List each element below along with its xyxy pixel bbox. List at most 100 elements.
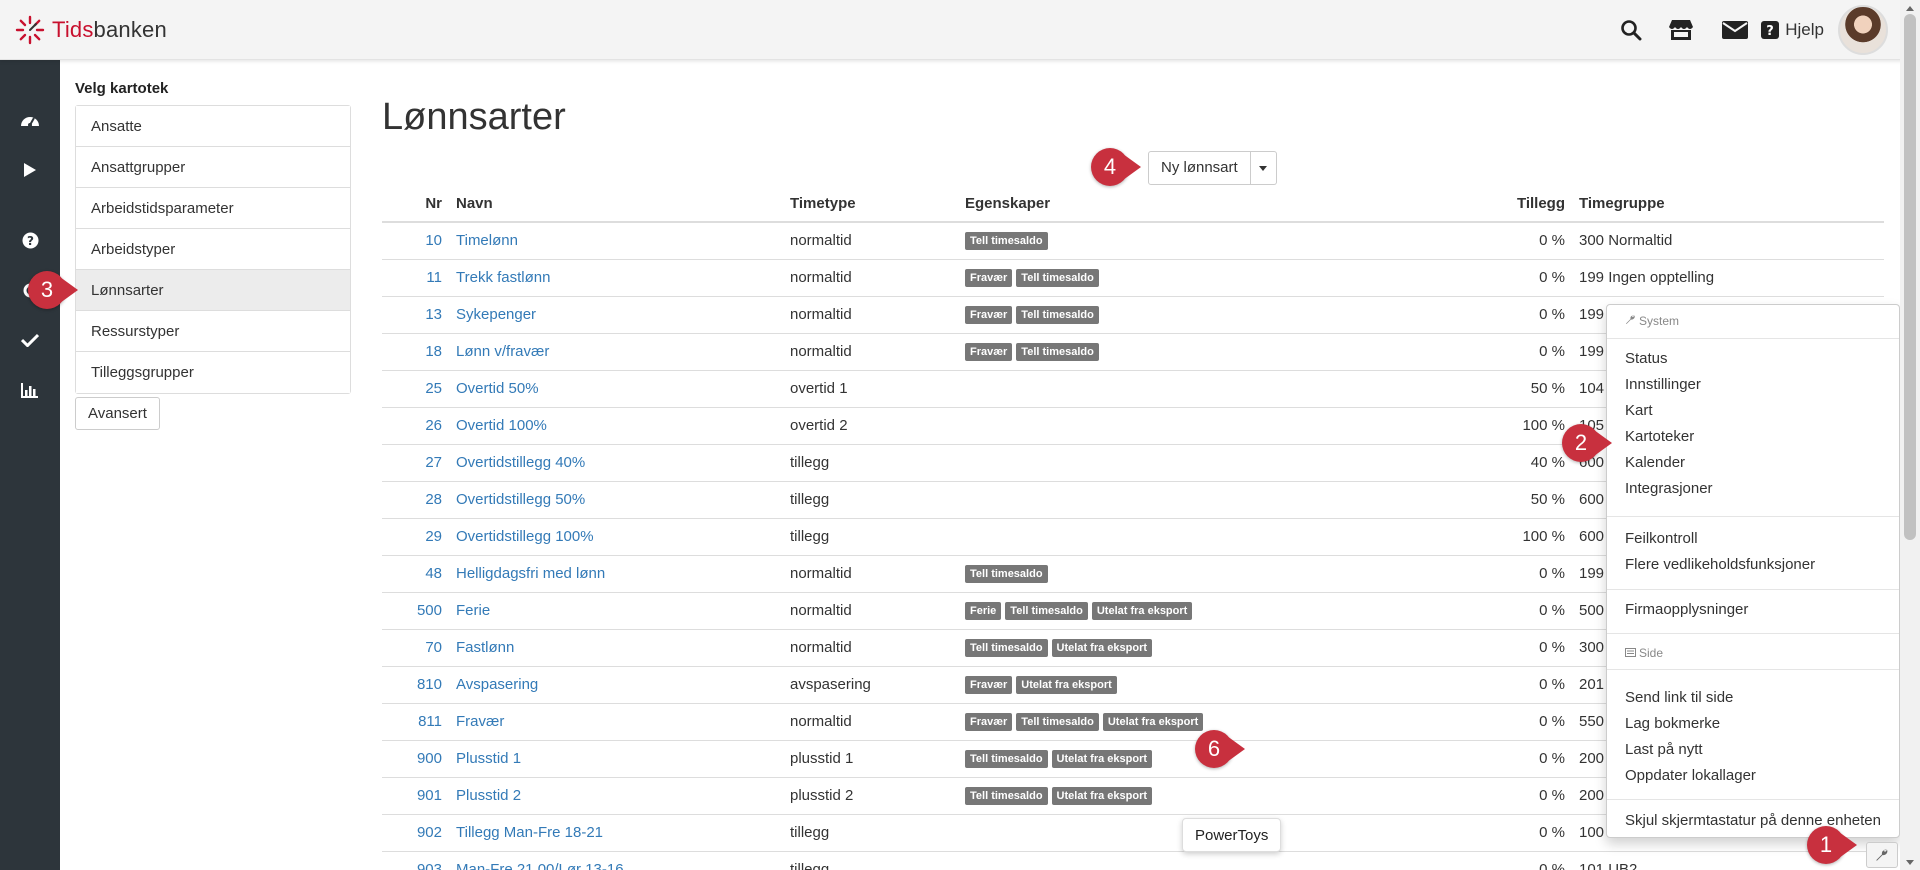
- cell-nr[interactable]: 27: [382, 443, 452, 481]
- rail-help[interactable]: ?: [0, 220, 60, 260]
- table-row[interactable]: 903 Man-Fre 21.00/Lør 13-16 tillegg 0 % 101 …: [382, 850, 1884, 870]
- cell-nr[interactable]: 29: [382, 517, 452, 555]
- column-header-timegruppe[interactable]: Timegruppe: [1575, 186, 1884, 223]
- cell-navn[interactable]: Lønn v/fravær: [452, 332, 786, 370]
- cell-nr[interactable]: 18: [382, 332, 452, 370]
- cell-navn[interactable]: Timelønn: [452, 221, 786, 259]
- cell-nr[interactable]: 900: [382, 739, 452, 777]
- cell-nr[interactable]: 903: [382, 850, 452, 870]
- cell-navn[interactable]: Overtidstillegg 100%: [452, 517, 786, 555]
- kartotek-item-lonnsarter[interactable]: Lønnsarter: [76, 270, 350, 311]
- menu-item-integrasjoner[interactable]: Integrasjoner: [1625, 480, 1713, 497]
- rail-approve[interactable]: [0, 320, 60, 360]
- cell-navn[interactable]: Ferie: [452, 591, 786, 629]
- cell-egenskaper: Tell timesaldo Utelat fra eksport: [961, 739, 1381, 777]
- cell-navn[interactable]: Trekk fastlønn: [452, 258, 786, 296]
- column-header-tillegg[interactable]: Tillegg: [1381, 186, 1575, 223]
- advanced-button[interactable]: Avansert: [75, 397, 160, 430]
- search-button[interactable]: [1609, 0, 1653, 60]
- cell-nr[interactable]: 902: [382, 813, 452, 851]
- cell-nr[interactable]: 48: [382, 554, 452, 592]
- cell-navn[interactable]: Plusstid 2: [452, 776, 786, 814]
- cell-navn[interactable]: Fastlønn: [452, 628, 786, 666]
- new-wage-type-button[interactable]: Ny lønnsart: [1148, 151, 1251, 185]
- cell-nr[interactable]: 901: [382, 776, 452, 814]
- menu-item-kartoteker[interactable]: Kartoteker: [1625, 428, 1694, 445]
- cell-nr[interactable]: 26: [382, 406, 452, 444]
- cell-navn[interactable]: Fravær: [452, 702, 786, 740]
- user-avatar[interactable]: [1838, 5, 1888, 55]
- cell-egenskaper: Fravær Tell timesaldo: [961, 332, 1381, 370]
- cell-egenskaper: Tell timesaldo Utelat fra eksport: [961, 628, 1381, 666]
- page-scrollbar[interactable]: [1900, 0, 1920, 870]
- rail-reports[interactable]: [0, 370, 60, 410]
- cell-navn[interactable]: Overtidstillegg 50%: [452, 480, 786, 518]
- menu-item-bokmerke[interactable]: Lag bokmerke: [1625, 715, 1720, 732]
- system-menu-toggle[interactable]: [1866, 842, 1898, 868]
- menu-item-status[interactable]: Status: [1625, 350, 1668, 367]
- check-icon: [21, 333, 39, 347]
- wrench-icon: [1625, 314, 1636, 328]
- table-row[interactable]: 10 Timelønn normaltid Tell timesaldo 0 % 300 …: [382, 221, 1884, 259]
- cell-nr[interactable]: 25: [382, 369, 452, 407]
- menu-item-innstillinger[interactable]: Innstillinger: [1625, 376, 1701, 393]
- logo-text: Tidsbanken: [52, 17, 167, 42]
- cell-egenskaper: [961, 369, 1381, 407]
- cell-navn[interactable]: Avspasering: [452, 665, 786, 703]
- kartotek-item-ansatte[interactable]: Ansatte: [76, 106, 350, 147]
- cell-tillegg: 0 %: [1381, 813, 1575, 851]
- column-header-egenskaper[interactable]: Egenskaper: [961, 186, 1381, 223]
- cell-tillegg: 0 %: [1381, 628, 1575, 666]
- cell-nr[interactable]: 10: [382, 221, 452, 259]
- cell-navn[interactable]: Plusstid 1: [452, 739, 786, 777]
- cell-navn[interactable]: Overtid 100%: [452, 406, 786, 444]
- table-row[interactable]: 11 Trekk fastlønn normaltid Fravær Tell time…: [382, 258, 1884, 296]
- menu-item-feilkontroll[interactable]: Feilkontroll: [1625, 530, 1698, 547]
- menu-item-vedlikehold[interactable]: Flere vedlikeholdsfunksjoner: [1625, 556, 1815, 573]
- rail-play[interactable]: [0, 150, 60, 190]
- cell-tillegg: 100 %: [1381, 517, 1575, 555]
- column-header-timetype[interactable]: Timetype: [786, 186, 961, 223]
- kartotek-item-arbeidstidsparameter[interactable]: Arbeidstidsparameter: [76, 188, 350, 229]
- menu-item-kalender[interactable]: Kalender: [1625, 454, 1685, 471]
- help-button[interactable]: ? Hjelp: [1761, 0, 1824, 60]
- tidsbanken-logo[interactable]: Tidsbanken: [14, 13, 167, 47]
- page-icon: [1625, 646, 1636, 660]
- rail-dashboard[interactable]: [0, 100, 60, 140]
- cell-nr[interactable]: 11: [382, 258, 452, 296]
- kartotek-item-arbeidstyper[interactable]: Arbeidstyper: [76, 229, 350, 270]
- bar-chart-icon: [21, 382, 38, 398]
- cell-nr[interactable]: 28: [382, 480, 452, 518]
- messages-button[interactable]: [1709, 0, 1761, 60]
- store-button[interactable]: [1653, 0, 1709, 60]
- cell-timetype: normaltid: [786, 332, 961, 370]
- cell-nr[interactable]: 811: [382, 702, 452, 740]
- column-header-nr[interactable]: Nr: [382, 186, 452, 223]
- menu-item-send-link[interactable]: Send link til side: [1625, 689, 1733, 706]
- cell-navn[interactable]: Sykepenger: [452, 295, 786, 333]
- cell-navn[interactable]: Overtidstillegg 40%: [452, 443, 786, 481]
- annotation-badge-6: 6: [1195, 730, 1245, 768]
- kartotek-item-ansattgrupper[interactable]: Ansattgrupper: [76, 147, 350, 188]
- menu-item-kart[interactable]: Kart: [1625, 402, 1653, 419]
- cell-navn[interactable]: Tillegg Man-Fre 18-21: [452, 813, 786, 851]
- menu-item-oppdater-lokallager[interactable]: Oppdater lokallager: [1625, 767, 1756, 784]
- menu-item-last-pa-nytt[interactable]: Last på nytt: [1625, 741, 1703, 758]
- cell-nr[interactable]: 13: [382, 295, 452, 333]
- cell-timetype: plusstid 1: [786, 739, 961, 777]
- kartotek-item-ressurstyper[interactable]: Ressurstyper: [76, 311, 350, 352]
- menu-item-firmaopplysninger[interactable]: Firmaopplysninger: [1625, 601, 1748, 618]
- cell-navn[interactable]: Helligdagsfri med lønn: [452, 554, 786, 592]
- cell-nr[interactable]: 500: [382, 591, 452, 629]
- kartotek-item-tilleggsgrupper[interactable]: Tilleggsgrupper: [76, 352, 350, 393]
- left-nav-rail: ?: [0, 60, 60, 870]
- scroll-down-arrow[interactable]: [1900, 854, 1920, 870]
- cell-nr[interactable]: 70: [382, 628, 452, 666]
- cell-nr[interactable]: 810: [382, 665, 452, 703]
- cell-navn[interactable]: Overtid 50%: [452, 369, 786, 407]
- new-wage-type-dropdown-toggle[interactable]: [1250, 151, 1277, 185]
- column-header-navn[interactable]: Navn: [452, 186, 786, 223]
- cell-navn[interactable]: Man-Fre 21.00/Lør 13-16: [452, 850, 786, 870]
- property-tag: Tell timesaldo: [1016, 712, 1099, 731]
- scrollbar-thumb[interactable]: [1904, 14, 1916, 540]
